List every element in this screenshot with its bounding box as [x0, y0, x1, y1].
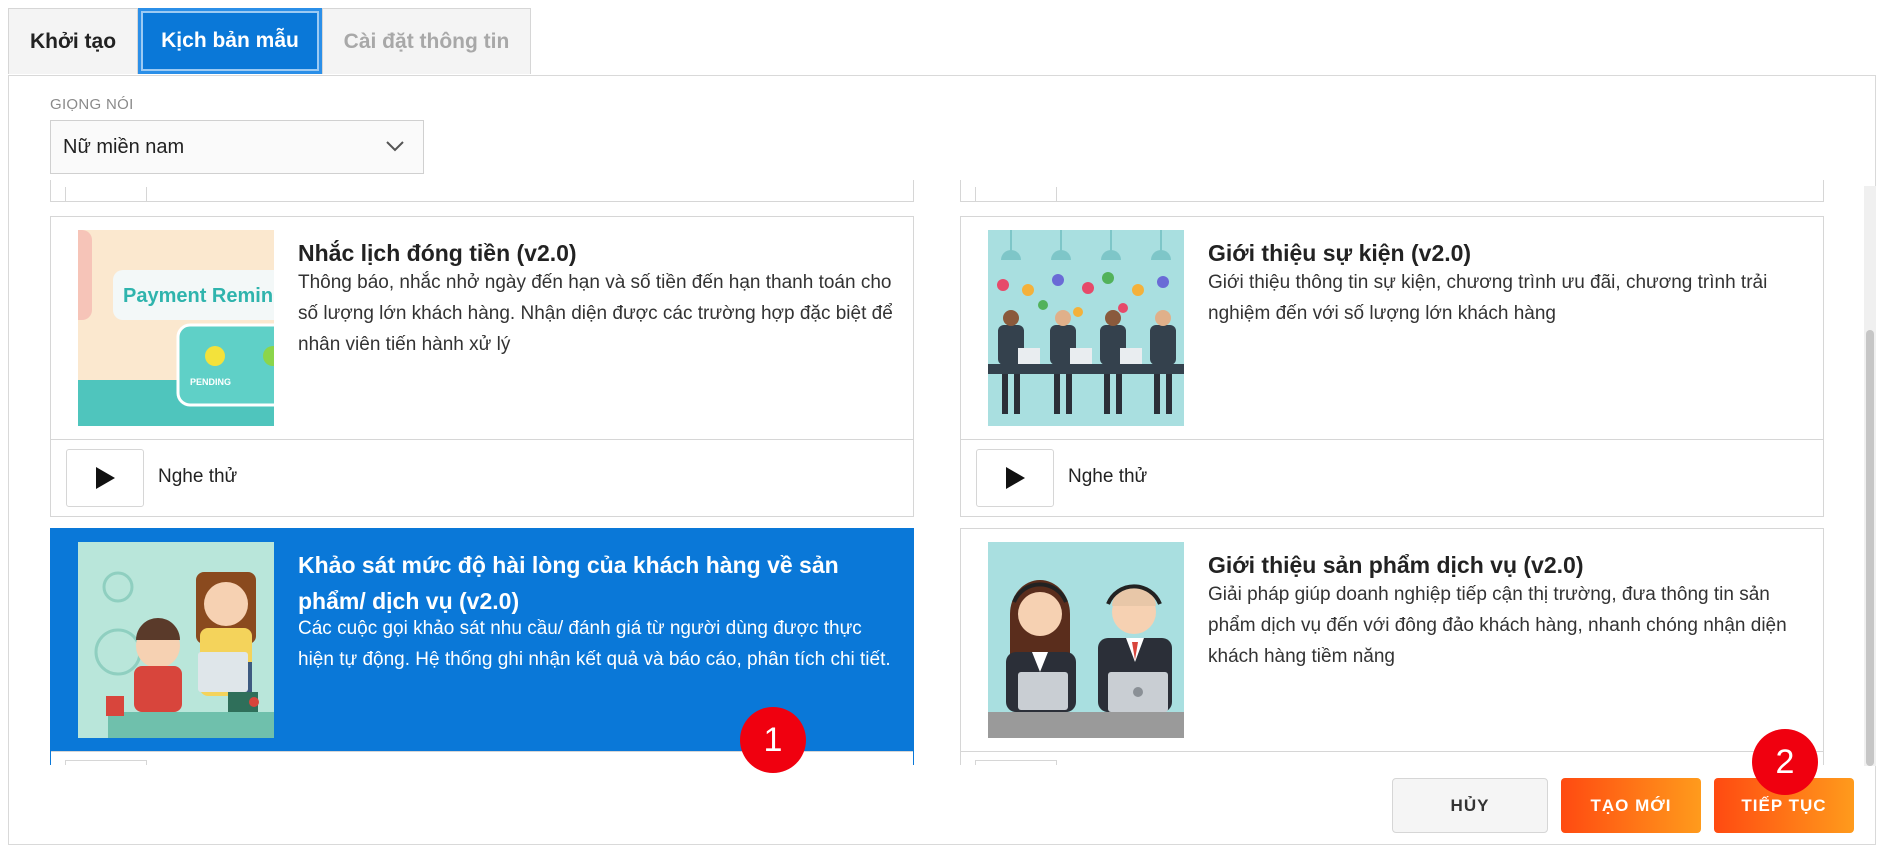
play-icon — [96, 467, 115, 489]
card-title: Giới thiệu sự kiện (v2.0) — [1208, 240, 1472, 266]
voice-select-value: Nữ miền nam — [63, 135, 185, 158]
step-marker-2: 2 — [1752, 729, 1818, 795]
create-new-button[interactable]: TẠO MỚI — [1561, 778, 1701, 833]
play-button[interactable] — [66, 449, 144, 507]
step-marker-1: 1 — [740, 707, 806, 773]
scrollbar-thumb[interactable] — [1866, 330, 1874, 766]
chevron-down-icon — [386, 141, 404, 152]
card-stub-top-right — [960, 180, 1824, 202]
play-label: Nghe thử — [1068, 466, 1148, 487]
template-card-product-intro[interactable]: Giới thiệu sản phẩm dịch vụ (v2.0) Giải … — [960, 528, 1824, 765]
play-button[interactable] — [976, 449, 1054, 507]
satisfaction-survey-thumbnail — [78, 542, 274, 738]
voice-label: GIỌNG NÓI — [50, 96, 134, 113]
card-title: Nhắc lịch đóng tiền (v2.0) — [298, 240, 577, 266]
tab-cai-dat-thong-tin[interactable]: Cài đặt thông tin — [322, 8, 531, 74]
card-description: Giải pháp giúp doanh nghiệp tiếp cận thị… — [1208, 584, 1787, 667]
play-label: Nghe thử — [158, 466, 238, 487]
voice-select[interactable]: Nữ miền nam — [50, 120, 424, 174]
thumb-text: Payment Remin — [123, 285, 273, 307]
card-description: Thông báo, nhắc nhở ngày đến hạn và số t… — [298, 272, 893, 355]
card-description: Các cuộc gọi khảo sát nhu cầu/ đánh giá … — [298, 618, 891, 670]
play-icon — [1006, 467, 1025, 489]
cancel-button[interactable]: HỦY — [1392, 778, 1548, 833]
card-title: Khảo sát mức độ hài lòng của khách hàng … — [298, 552, 839, 614]
template-card-event-intro[interactable]: Giới thiệu sự kiện (v2.0) Giới thiệu thô… — [960, 216, 1824, 517]
template-card-payment-reminder[interactable]: Payment Remin PENDING Nhắc lịch đóng tiề… — [50, 216, 914, 517]
event-intro-thumbnail — [988, 230, 1184, 426]
tab-bar: Khởi tạo Kịch bản mẫu Cài đặt thông tin — [8, 8, 531, 76]
card-title: Giới thiệu sản phẩm dịch vụ (v2.0) — [1208, 552, 1584, 578]
card-description: Giới thiệu thông tin sự kiện, chương trì… — [1208, 272, 1768, 324]
card-stub-top-left — [50, 180, 914, 202]
thumb-sub: PENDING — [190, 377, 231, 387]
tab-khoi-tao[interactable]: Khởi tạo — [8, 8, 138, 74]
product-intro-thumbnail — [988, 542, 1184, 738]
payment-reminder-thumbnail: Payment Remin PENDING — [78, 230, 274, 426]
template-list[interactable]: Payment Remin PENDING Nhắc lịch đóng tiề… — [50, 180, 1826, 765]
tab-kich-ban-mau[interactable]: Kịch bản mẫu — [138, 8, 322, 74]
